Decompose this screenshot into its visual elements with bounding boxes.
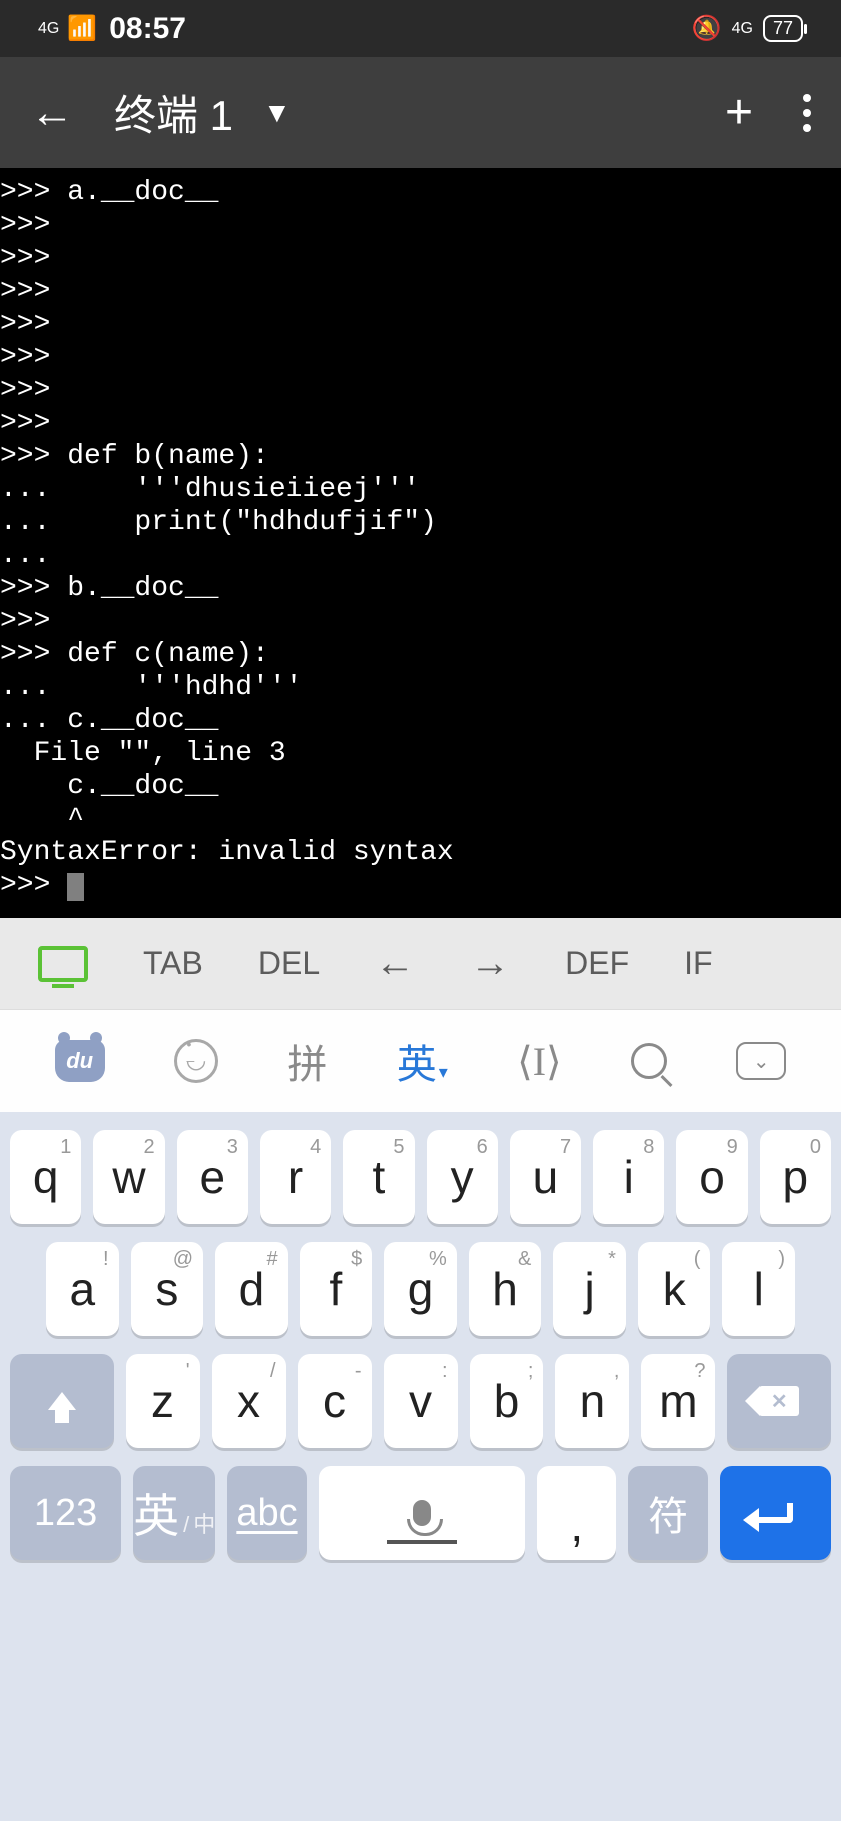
signal-bars-icon: 📶 (67, 14, 97, 43)
key-j[interactable]: *j (553, 1242, 626, 1336)
ime-toolbar: du 拼 英▾ ⟨I⟩ ⌄ (0, 1009, 841, 1112)
key-k[interactable]: (k (638, 1242, 711, 1336)
key-b[interactable]: ;b (470, 1354, 544, 1448)
key-n[interactable]: ,n (555, 1354, 629, 1448)
shift-key[interactable] (10, 1354, 114, 1448)
backspace-key[interactable]: ✕ (727, 1354, 831, 1448)
terminal-title[interactable]: 终端 1 (114, 82, 233, 143)
key-f[interactable]: $f (300, 1242, 373, 1336)
shortcut-del[interactable]: DEL (258, 945, 320, 982)
key-d[interactable]: #d (215, 1242, 288, 1336)
search-icon[interactable] (631, 1043, 667, 1079)
key-q[interactable]: 1q (10, 1130, 81, 1224)
key-m[interactable]: ?m (641, 1354, 715, 1448)
comma-key[interactable]: , (537, 1466, 616, 1560)
key-a[interactable]: !a (46, 1242, 119, 1336)
terminal-dropdown-icon[interactable]: ▼ (263, 97, 291, 129)
shortcut-left[interactable]: ← (375, 941, 415, 986)
space-key[interactable] (319, 1466, 525, 1560)
key-c[interactable]: -c (298, 1354, 372, 1448)
numeric-key[interactable]: 123 (10, 1466, 121, 1560)
key-t[interactable]: 5t (343, 1130, 414, 1224)
ime-pinyin-button[interactable]: 拼 (287, 1032, 327, 1090)
baidu-ime-icon[interactable]: du (55, 1040, 105, 1082)
key-e[interactable]: 3e (177, 1130, 248, 1224)
terminal-output[interactable]: >>> a.__doc__ >>> >>> >>> >>> >>> >>> >>… (0, 168, 841, 918)
collapse-keyboard-icon[interactable]: ⌄ (736, 1042, 786, 1080)
status-bar: 4G 📶 08:57 🔕 4G 77 (0, 0, 841, 57)
key-v[interactable]: :v (384, 1354, 458, 1448)
mic-icon (413, 1500, 431, 1526)
key-w[interactable]: 2w (93, 1130, 164, 1224)
shortcut-tab[interactable]: TAB (143, 945, 203, 982)
key-s[interactable]: @s (131, 1242, 204, 1336)
shortcut-if[interactable]: IF (684, 945, 712, 982)
emoji-button[interactable] (174, 1039, 218, 1083)
key-p[interactable]: 0p (760, 1130, 831, 1224)
mute-icon: 🔕 (692, 14, 722, 43)
back-button[interactable]: ← (30, 88, 74, 138)
key-u[interactable]: 7u (510, 1130, 581, 1224)
ime-english-button[interactable]: 英▾ (397, 1032, 448, 1090)
network-icon: 4G (38, 21, 59, 37)
add-terminal-button[interactable]: + (725, 89, 753, 137)
key-g[interactable]: %g (384, 1242, 457, 1336)
shortcut-bar: TAB DEL ← → DEF IF (0, 918, 841, 1009)
key-r[interactable]: 4r (260, 1130, 331, 1224)
enter-key[interactable] (720, 1466, 831, 1560)
key-l[interactable]: )l (722, 1242, 795, 1336)
app-bar: ← 终端 1 ▼ + (0, 57, 841, 168)
symbol-key[interactable]: 符 (628, 1466, 707, 1560)
shortcut-def[interactable]: DEF (565, 945, 629, 982)
status-time: 08:57 (109, 12, 186, 46)
abc-key[interactable]: abc (227, 1466, 306, 1560)
key-y[interactable]: 6y (427, 1130, 498, 1224)
cursor-move-icon[interactable]: ⟨I⟩ (517, 1038, 562, 1085)
soft-keyboard: 1q2w3e4r5t6y7u8i9o0p !a@s#d$f%g&h*j(k)l … (0, 1112, 841, 1821)
key-o[interactable]: 9o (676, 1130, 747, 1224)
language-switch-key[interactable]: 英/中 (133, 1466, 215, 1560)
battery-indicator: 77 (763, 15, 803, 42)
data-icon: 4G (732, 20, 753, 38)
keyboard-toggle-icon[interactable] (38, 946, 88, 982)
shortcut-right[interactable]: → (470, 941, 510, 986)
overflow-menu-button[interactable] (803, 94, 811, 132)
key-i[interactable]: 8i (593, 1130, 664, 1224)
key-h[interactable]: &h (469, 1242, 542, 1336)
key-z[interactable]: 'z (126, 1354, 200, 1448)
key-x[interactable]: /x (212, 1354, 286, 1448)
